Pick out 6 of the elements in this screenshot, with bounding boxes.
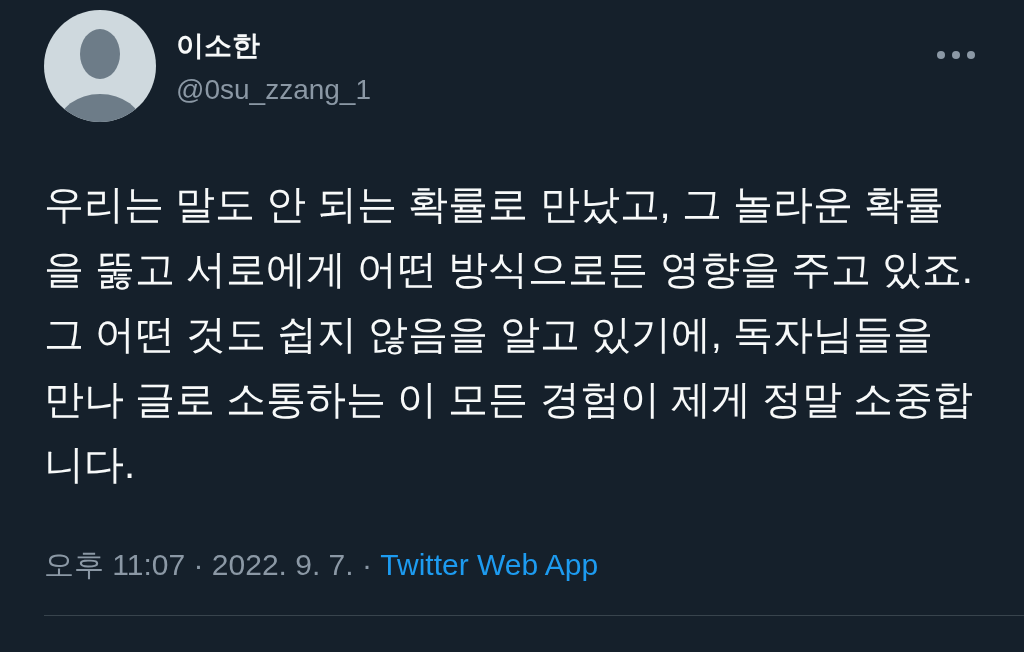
tweet-timestamp: 오후 11:07 · 2022. 9. 7. · Twitter Web App bbox=[44, 547, 600, 583]
source-link[interactable]: Twitter Web App bbox=[380, 548, 599, 581]
author-handle[interactable]: @0su_zzang_1 bbox=[176, 74, 916, 106]
author-name[interactable]: 이소한 bbox=[176, 30, 916, 62]
more-icon[interactable] bbox=[936, 50, 976, 60]
tweet-text: 우리는 말도 안 되는 확률로 만났고, 그 놀라운 확률을 뚫고 서로에게 어떤 방식으로든 영향을 주고 있죠. 그 어떤 것도 쉽지 않음을 알고 있기에, 독자님들을 만나 글로 소통하는 이 모든 경험이 제게 정말 소중합니다. bbox=[44, 181, 974, 488]
